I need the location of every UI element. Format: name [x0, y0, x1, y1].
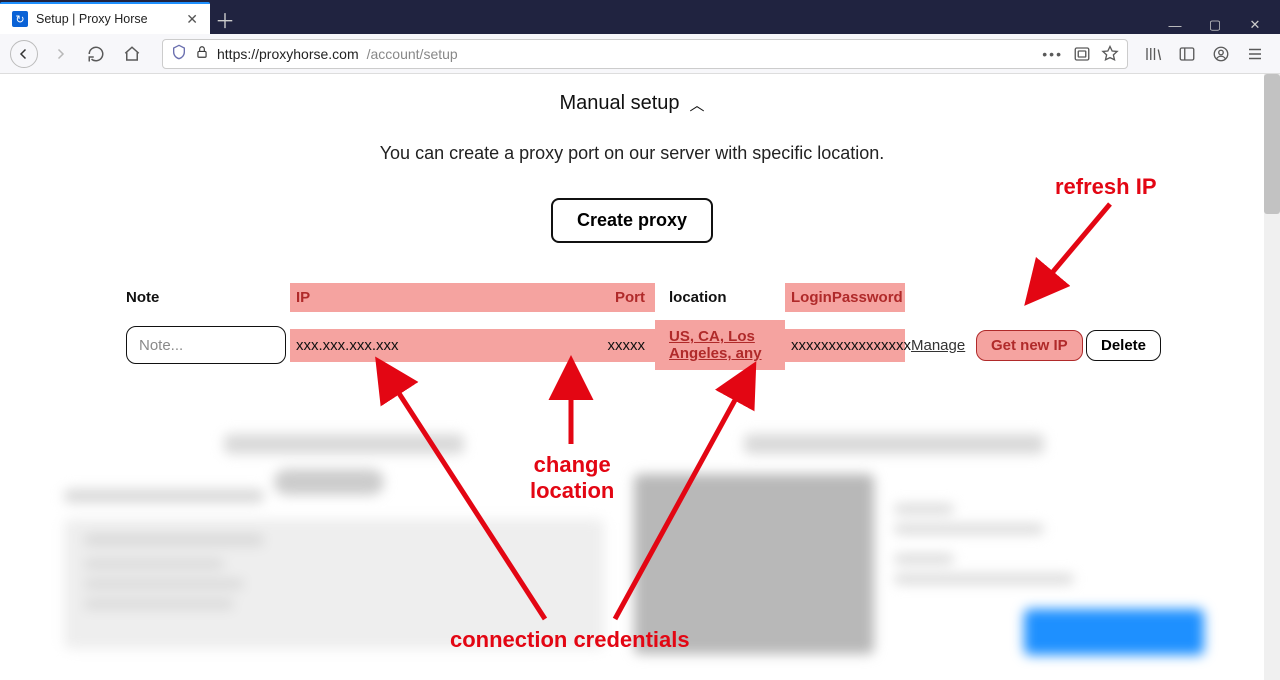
ip-value: xxx.xxx.xxx.xxx [296, 337, 399, 354]
window-maximize-icon[interactable]: ▢ [1206, 16, 1224, 34]
bookmark-star-icon[interactable] [1101, 45, 1119, 63]
password-value: xxxxxxxx [851, 337, 911, 354]
col-login-password: Login Password [785, 283, 905, 312]
reader-view-icon[interactable] [1073, 45, 1091, 63]
page-viewport: Manual setup ︿ You can create a proxy po… [0, 74, 1280, 680]
blurred-content [24, 434, 1250, 664]
port-value: xxxxx [608, 337, 646, 354]
hamburger-menu-icon[interactable] [1246, 45, 1264, 63]
tab-title: Setup | Proxy Horse [36, 12, 148, 26]
chevron-up-icon: ︿ [690, 94, 705, 115]
library-icon[interactable] [1144, 45, 1162, 63]
tab-close-icon[interactable]: ✕ [186, 12, 198, 26]
note-input[interactable] [126, 326, 286, 364]
col-ip: IP [296, 289, 310, 306]
sidebar-icon[interactable] [1178, 45, 1196, 63]
section-subtitle: You can create a proxy port on our serve… [0, 143, 1264, 164]
section-title: Manual setup [559, 92, 679, 115]
tracking-protection-icon[interactable] [171, 44, 187, 63]
url-path: /account/setup [367, 46, 458, 62]
address-bar[interactable]: https://proxyhorse.com/account/setup ••• [162, 39, 1128, 69]
login-password-cell: xxxxxxxx xxxxxxxx [785, 329, 905, 362]
browser-toolbar: https://proxyhorse.com/account/setup ••• [0, 34, 1280, 74]
login-value: xxxxxxxx [791, 337, 851, 354]
browser-tab-strip: ↻ Setup | Proxy Horse ✕ ＋ — ▢ ✕ [0, 0, 1280, 34]
col-login: Login [791, 289, 832, 306]
new-tab-button[interactable]: ＋ [210, 4, 240, 34]
delete-button[interactable]: Delete [1086, 330, 1161, 361]
col-note: Note [120, 283, 290, 312]
browser-tab-active[interactable]: ↻ Setup | Proxy Horse ✕ [0, 2, 210, 34]
nav-home-button[interactable] [118, 40, 146, 68]
proxy-table-row: xxx.xxx.xxx.xxx xxxxx US, CA, Los Angele… [120, 318, 1264, 372]
window-minimize-icon[interactable]: — [1166, 16, 1184, 34]
delete-cell: Delete [1080, 322, 1170, 369]
note-cell [120, 318, 290, 372]
manage-link[interactable]: Manage [911, 337, 965, 354]
account-icon[interactable] [1212, 45, 1230, 63]
proxy-table-headers: Note IP Port location Login Password [120, 283, 1264, 312]
ip-port-cell: xxx.xxx.xxx.xxx xxxxx [290, 329, 655, 362]
lock-icon[interactable] [195, 45, 209, 62]
col-port: Port [615, 289, 645, 306]
get-new-ip-button[interactable]: Get new IP [976, 330, 1083, 361]
location-link[interactable]: US, CA, Los Angeles, any [669, 328, 762, 362]
col-password: Password [832, 289, 903, 306]
create-proxy-button[interactable]: Create proxy [551, 198, 713, 243]
location-cell: US, CA, Los Angeles, any [655, 320, 785, 370]
col-location: location [655, 283, 785, 312]
window-close-icon[interactable]: ✕ [1246, 16, 1264, 34]
section-header[interactable]: Manual setup ︿ [0, 92, 1264, 115]
manage-cell: Manage [905, 329, 970, 362]
nav-reload-button[interactable] [82, 40, 110, 68]
page-actions-icon[interactable]: ••• [1042, 46, 1063, 62]
nav-forward-button[interactable] [46, 40, 74, 68]
scrollbar-thumb[interactable] [1264, 74, 1280, 214]
nav-back-button[interactable] [10, 40, 38, 68]
tab-favicon: ↻ [12, 11, 28, 27]
col-ip-port: IP Port [290, 283, 655, 312]
get-new-ip-cell: Get new IP [970, 322, 1080, 369]
window-controls: — ▢ ✕ [1166, 10, 1280, 34]
url-host: https://proxyhorse.com [217, 46, 359, 62]
